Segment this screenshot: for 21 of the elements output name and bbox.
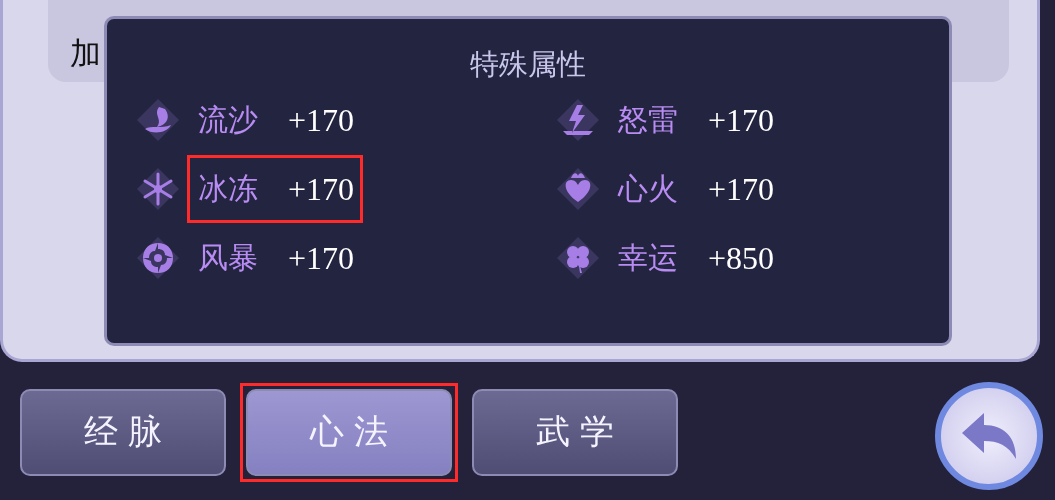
- attribute-value: +170: [288, 170, 355, 208]
- tab[interactable]: 武 学: [472, 388, 678, 476]
- attribute-name: 冰冻: [198, 169, 258, 208]
- attribute-name: 风暴: [198, 238, 258, 277]
- clover-icon: [557, 237, 599, 279]
- attribute-name: 幸运: [618, 238, 678, 277]
- swirl-icon: [137, 237, 179, 279]
- popup-title: 特殊属性: [469, 47, 587, 81]
- attribute-value: +170: [708, 101, 775, 139]
- attribute-name: 怒雷: [618, 100, 678, 139]
- heart-icon: [557, 168, 599, 210]
- description-text: 加: [70, 35, 101, 71]
- attribute-name: 心火: [618, 169, 678, 208]
- attribute-value: +170: [708, 170, 775, 208]
- attribute-name: 流沙: [198, 100, 258, 139]
- attribute-value: +850: [708, 239, 775, 277]
- snowflake-icon: [137, 168, 179, 210]
- attribute-value: +170: [288, 239, 355, 277]
- lightning-icon: [557, 99, 599, 141]
- attribute-value: +170: [288, 101, 355, 139]
- tab[interactable]: 经 脉: [20, 388, 226, 476]
